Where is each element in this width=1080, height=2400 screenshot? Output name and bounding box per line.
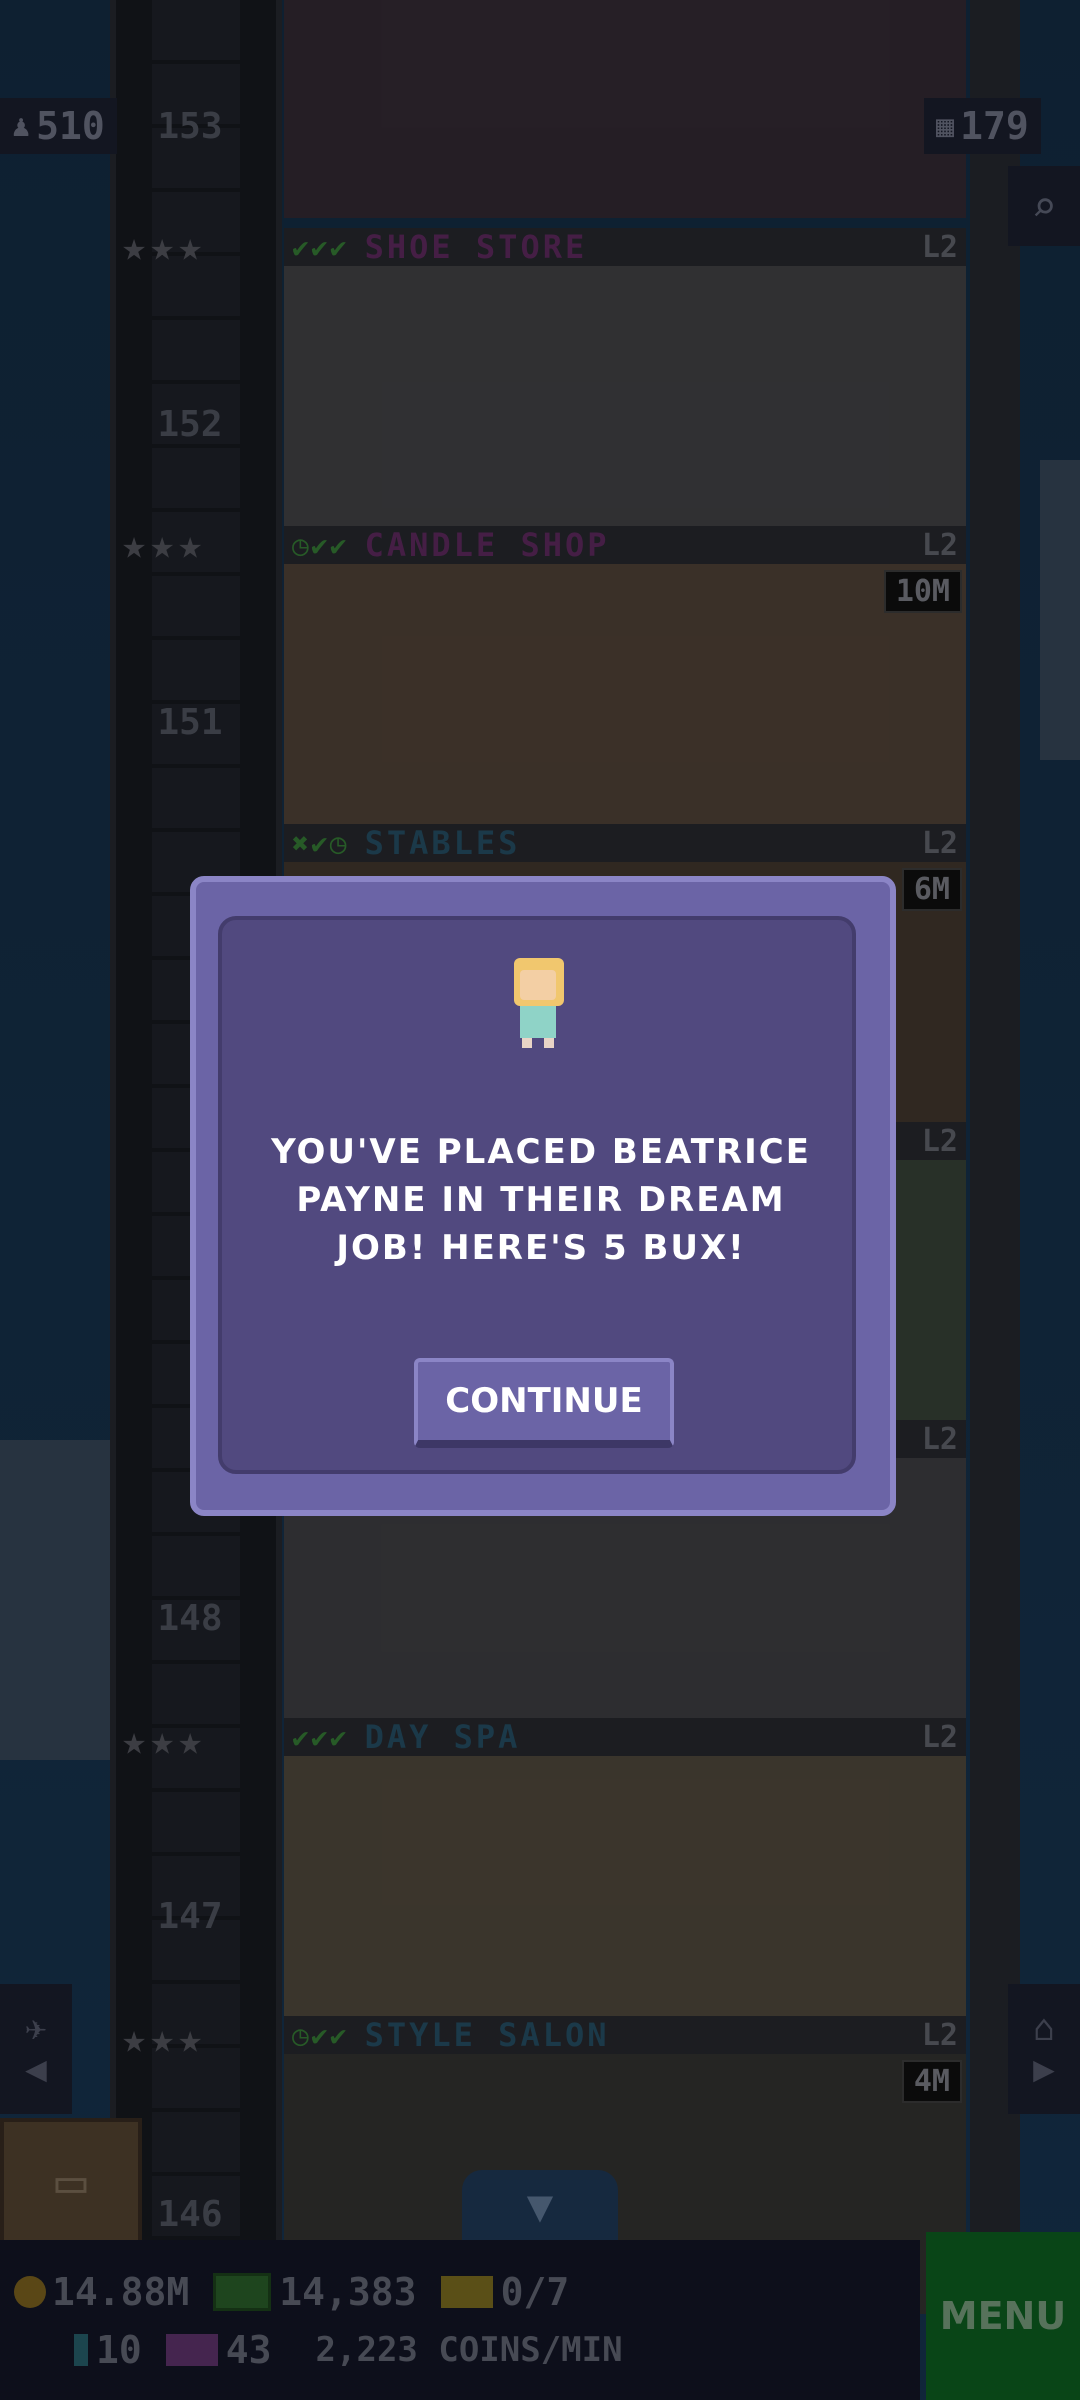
dialog-message: YOU'VE PLACED BEATRICE PAYNE IN THEIR DR… [271,1132,811,1268]
dialog-panel: YOU'VE PLACED BEATRICE PAYNE IN THEIR DR… [218,916,856,1474]
avatar-leg [522,1038,532,1048]
continue-button[interactable]: CONTINUE [414,1358,674,1448]
avatar-body [520,1006,556,1038]
avatar-leg [544,1038,554,1048]
bitizen-avatar [506,958,570,1048]
avatar-face [520,970,556,1000]
reward-dialog: YOU'VE PLACED BEATRICE PAYNE IN THEIR DR… [190,876,896,1516]
